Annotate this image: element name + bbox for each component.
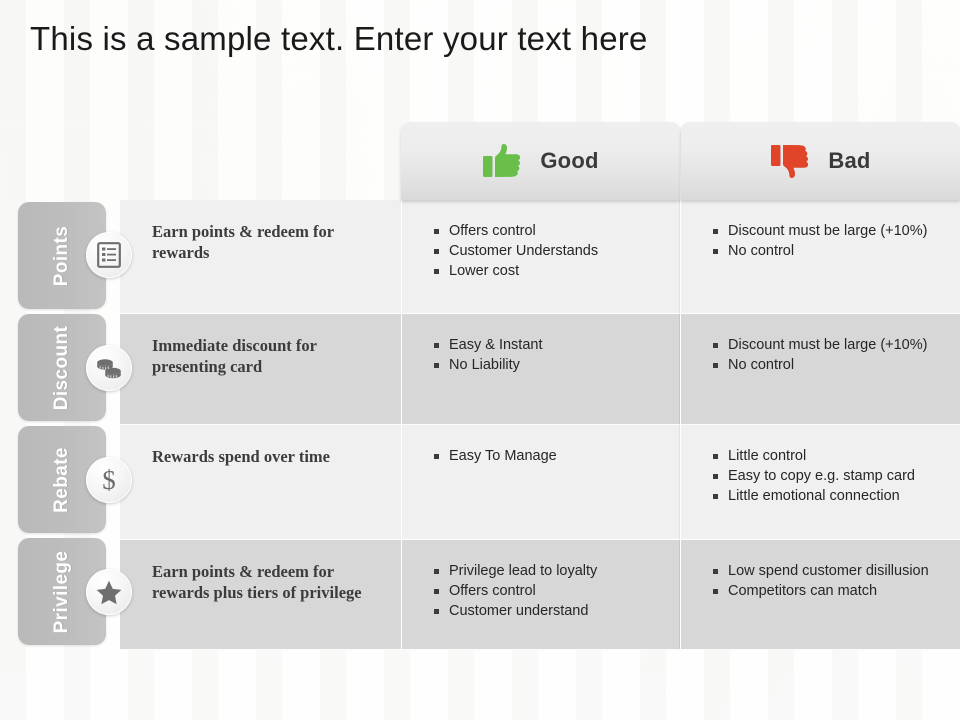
list-item: Easy To Manage	[433, 447, 666, 466]
list-item: No control	[712, 242, 946, 261]
sidebar-item-label: Privilege	[51, 550, 72, 633]
bad-bullet-list: Little control Easy to copy e.g. stamp c…	[712, 447, 946, 506]
column-header-bad[interactable]: Bad	[681, 122, 960, 200]
row-description-cell: Immediate discount for presenting card	[120, 314, 401, 425]
row-description: Earn points & redeem for rewards	[152, 222, 334, 262]
dollar-sign-icon: $	[102, 464, 116, 495]
bad-bullet-list: Low spend customer disillusion Competito…	[712, 562, 946, 601]
list-item: Little emotional connection	[712, 487, 946, 506]
column-header-good[interactable]: Good	[401, 122, 680, 200]
coins-icon	[97, 359, 121, 379]
sidebar-item-label: Points	[51, 225, 72, 286]
list-item: Easy & Instant	[433, 336, 666, 355]
row-good-cell: Easy To Manage	[401, 425, 680, 540]
row-good-cell: Offers control Customer Understands Lowe…	[401, 200, 680, 314]
list-item: Little control	[712, 447, 946, 466]
row-good-cell: Privilege lead to loyalty Offers control…	[401, 540, 680, 650]
row-description: Earn points & redeem for rewards plus ti…	[152, 562, 362, 602]
sidebar-item-label: Rebate	[51, 446, 72, 513]
slide-canvas: This is a sample text. Enter your text h…	[0, 0, 960, 720]
star-icon-badge[interactable]	[86, 569, 132, 615]
row-good-cell: Easy & Instant No Liability	[401, 314, 680, 425]
row-description: Rewards spend over time	[152, 447, 330, 466]
list-item: Discount must be large (+10%)	[712, 222, 946, 241]
star-icon	[96, 580, 122, 604]
good-bullet-list: Easy & Instant No Liability	[433, 336, 666, 375]
row-description-cell: Earn points & redeem for rewards	[120, 200, 401, 314]
table-row: Rewards spend over time Easy To Manage L…	[120, 425, 960, 540]
good-bullet-list: Privilege lead to loyalty Offers control…	[433, 562, 666, 621]
table-row: Earn points & redeem for rewards plus ti…	[120, 540, 960, 650]
list-item: Discount must be large (+10%)	[712, 336, 946, 355]
list-item: No Liability	[433, 356, 666, 375]
row-description-cell: Rewards spend over time	[120, 425, 401, 540]
sidebar-item-label: Discount	[51, 325, 72, 410]
list-item: Privilege lead to loyalty	[433, 562, 666, 581]
row-bad-cell: Discount must be large (+10%) No control	[680, 314, 960, 425]
column-header-good-label: Good	[540, 148, 599, 173]
bad-bullet-list: Discount must be large (+10%) No control	[712, 336, 946, 375]
list-item: Customer Understands	[433, 242, 666, 261]
good-bullet-list: Easy To Manage	[433, 447, 666, 466]
row-bad-cell: Low spend customer disillusion Competito…	[680, 540, 960, 650]
thumbs-down-icon	[771, 145, 809, 179]
list-item: Competitors can match	[712, 582, 946, 601]
list-item: No control	[712, 356, 946, 375]
dollar-sign-icon-badge[interactable]: $	[86, 457, 132, 503]
list-item: Customer understand	[433, 602, 666, 621]
row-description-cell: Earn points & redeem for rewards plus ti…	[120, 540, 401, 650]
list-item: Offers control	[433, 222, 666, 241]
list-item: Low spend customer disillusion	[712, 562, 946, 581]
coins-icon-badge[interactable]	[86, 345, 132, 391]
clipboard-list-icon	[97, 242, 121, 268]
row-description: Immediate discount for presenting card	[152, 336, 317, 376]
bad-bullet-list: Discount must be large (+10%) No control	[712, 222, 946, 261]
good-bullet-list: Offers control Customer Understands Lowe…	[433, 222, 666, 281]
column-header-bad-label: Bad	[828, 148, 871, 173]
list-item: Easy to copy e.g. stamp card	[712, 467, 946, 486]
table-row: Earn points & redeem for rewards Offers …	[120, 200, 960, 314]
clipboard-list-icon-badge[interactable]	[86, 232, 132, 278]
thumbs-up-icon	[483, 143, 521, 177]
page-title: This is a sample text. Enter your text h…	[30, 20, 648, 57]
table-row: Immediate discount for presenting card E…	[120, 314, 960, 425]
row-bad-cell: Discount must be large (+10%) No control	[680, 200, 960, 314]
list-item: Lower cost	[433, 262, 666, 281]
list-item: Offers control	[433, 582, 666, 601]
comparison-table: Earn points & redeem for rewards Offers …	[120, 200, 960, 650]
row-bad-cell: Little control Easy to copy e.g. stamp c…	[680, 425, 960, 540]
